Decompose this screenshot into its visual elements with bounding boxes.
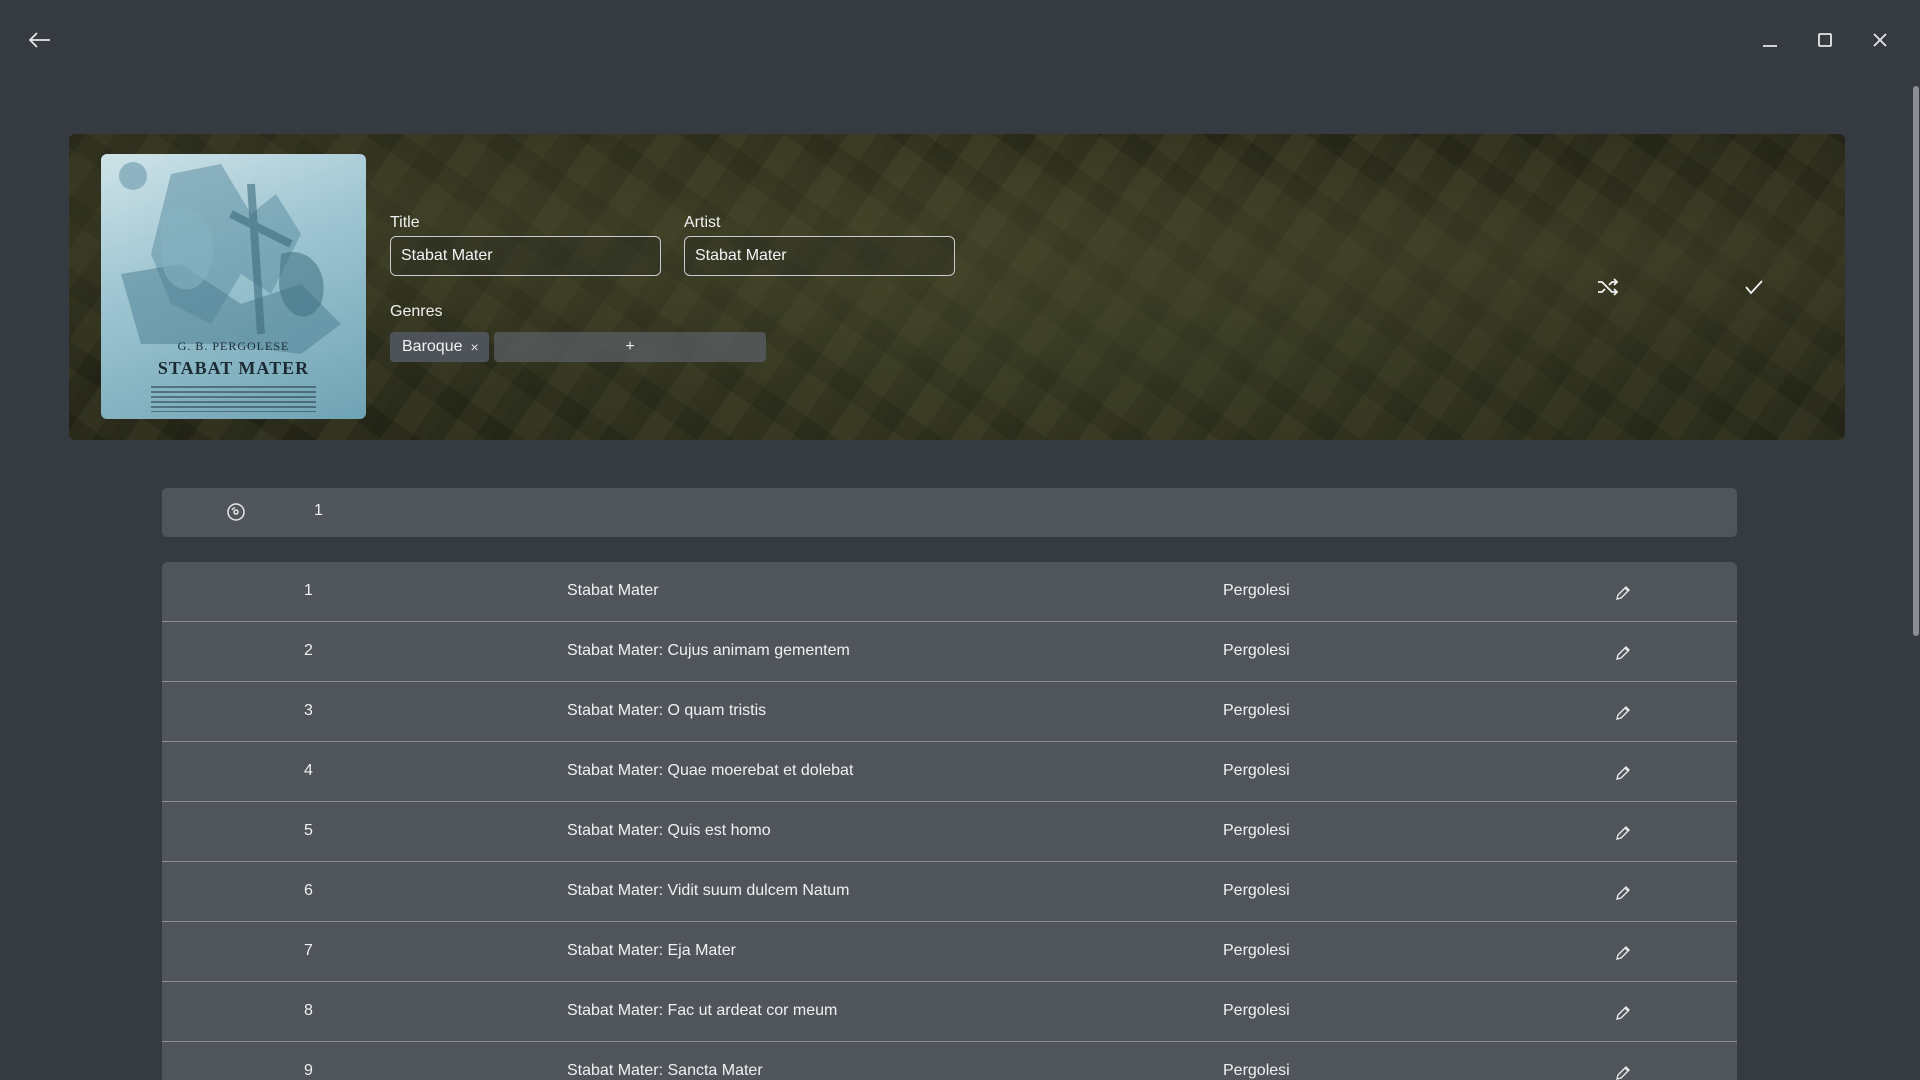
pencil-icon (1616, 826, 1630, 840)
track-row[interactable]: 4 Stabat Mater: Quae moerebat et dolebat… (162, 742, 1737, 802)
track-title: Stabat Mater: Quae moerebat et dolebat (567, 762, 854, 779)
track-title: Stabat Mater: Sancta Mater (567, 1062, 763, 1079)
edit-track-button[interactable] (1612, 1002, 1634, 1024)
track-number: 7 (304, 942, 313, 959)
track-row[interactable]: 5 Stabat Mater: Quis est homo Pergolesi (162, 802, 1737, 862)
pencil-icon (1616, 1066, 1630, 1080)
check-icon (1745, 280, 1763, 295)
cover-composer: G. B. PERGOLESE (177, 339, 290, 353)
minimize-icon (1763, 45, 1777, 47)
track-number: 1 (304, 582, 313, 599)
album-cover[interactable]: G. B. PERGOLESE STABAT MATER (101, 154, 366, 419)
cover-fine-print (151, 386, 316, 412)
close-button[interactable] (1860, 20, 1900, 60)
pencil-icon (1616, 766, 1630, 780)
pencil-icon (1616, 646, 1630, 660)
cover-artwork (119, 162, 341, 354)
edit-track-button[interactable] (1612, 582, 1634, 604)
track-artist: Pergolesi (1223, 762, 1290, 779)
pencil-icon (1616, 1006, 1630, 1020)
disc-header: 1 (162, 488, 1737, 537)
minimize-button[interactable] (1750, 20, 1790, 60)
shuffle-icon (1598, 278, 1619, 296)
track-artist: Pergolesi (1223, 582, 1290, 599)
track-list: 1 Stabat Mater Pergolesi 2 Stabat Mater:… (162, 562, 1737, 1080)
track-row[interactable]: 3 Stabat Mater: O quam tristis Pergolesi (162, 682, 1737, 742)
disc-number: 1 (314, 502, 323, 519)
track-artist: Pergolesi (1223, 942, 1290, 959)
pencil-icon (1616, 586, 1630, 600)
close-icon (1873, 33, 1887, 47)
track-number: 4 (304, 762, 313, 779)
artist-label: Artist (684, 214, 721, 231)
edit-track-button[interactable] (1612, 822, 1634, 844)
edit-track-button[interactable] (1612, 882, 1634, 904)
track-title: Stabat Mater: Eja Mater (567, 942, 736, 959)
edit-track-button[interactable] (1612, 702, 1634, 724)
track-artist: Pergolesi (1223, 642, 1290, 659)
track-title: Stabat Mater: Vidit suum dulcem Natum (567, 882, 850, 899)
track-number: 6 (304, 882, 313, 899)
track-number: 9 (304, 1062, 313, 1079)
track-artist: Pergolesi (1223, 822, 1290, 839)
edit-track-button[interactable] (1612, 1062, 1634, 1080)
pencil-icon (1616, 886, 1630, 900)
album-header: G. B. PERGOLESE STABAT MATER Title Staba… (69, 134, 1845, 440)
track-title: Stabat Mater: Quis est homo (567, 822, 771, 839)
track-number: 2 (304, 642, 313, 659)
track-title: Stabat Mater: Cujus animam gementem (567, 642, 850, 659)
track-row[interactable]: 7 Stabat Mater: Eja Mater Pergolesi (162, 922, 1737, 982)
track-artist: Pergolesi (1223, 702, 1290, 719)
track-row[interactable]: 1 Stabat Mater Pergolesi (162, 562, 1737, 622)
maximize-button[interactable] (1805, 20, 1845, 60)
confirm-button[interactable] (1734, 267, 1774, 307)
pencil-icon (1616, 946, 1630, 960)
pencil-icon (1616, 706, 1630, 720)
genre-remove-button[interactable]: × (471, 339, 479, 355)
maximize-icon (1818, 33, 1832, 47)
edit-track-button[interactable] (1612, 942, 1634, 964)
artist-input[interactable]: Stabat Mater (684, 236, 955, 276)
genre-add-input[interactable]: + (494, 332, 766, 362)
edit-track-button[interactable] (1612, 642, 1634, 664)
scrollbar[interactable] (1913, 86, 1919, 636)
track-title: Stabat Mater: O quam tristis (567, 702, 767, 719)
disc-icon (227, 503, 245, 521)
track-title: Stabat Mater: Fac ut ardeat cor meum (567, 1002, 838, 1019)
track-artist: Pergolesi (1223, 882, 1290, 899)
genre-chip[interactable]: Baroque × (390, 332, 489, 362)
cover-title: G. B. PERGOLESE STABAT MATER (101, 339, 366, 379)
track-row[interactable]: 2 Stabat Mater: Cujus animam gementem Pe… (162, 622, 1737, 682)
genre-chip-label: Baroque (402, 338, 463, 355)
cover-work: STABAT MATER (157, 358, 310, 378)
track-title: Stabat Mater (567, 582, 659, 599)
track-row[interactable]: 8 Stabat Mater: Fac ut ardeat cor meum P… (162, 982, 1737, 1042)
track-artist: Pergolesi (1223, 1062, 1290, 1079)
genres-label: Genres (390, 303, 443, 320)
edit-track-button[interactable] (1612, 762, 1634, 784)
back-button[interactable] (20, 20, 60, 60)
arrow-left-icon (29, 32, 50, 48)
track-number: 5 (304, 822, 313, 839)
track-number: 8 (304, 1002, 313, 1019)
track-row[interactable]: 6 Stabat Mater: Vidit suum dulcem Natum … (162, 862, 1737, 922)
title-input[interactable]: Stabat Mater (390, 236, 661, 276)
title-label: Title (390, 214, 420, 231)
track-number: 3 (304, 702, 313, 719)
track-artist: Pergolesi (1223, 1002, 1290, 1019)
shuffle-button[interactable] (1588, 267, 1628, 307)
track-row[interactable]: 9 Stabat Mater: Sancta Mater Pergolesi (162, 1042, 1737, 1080)
